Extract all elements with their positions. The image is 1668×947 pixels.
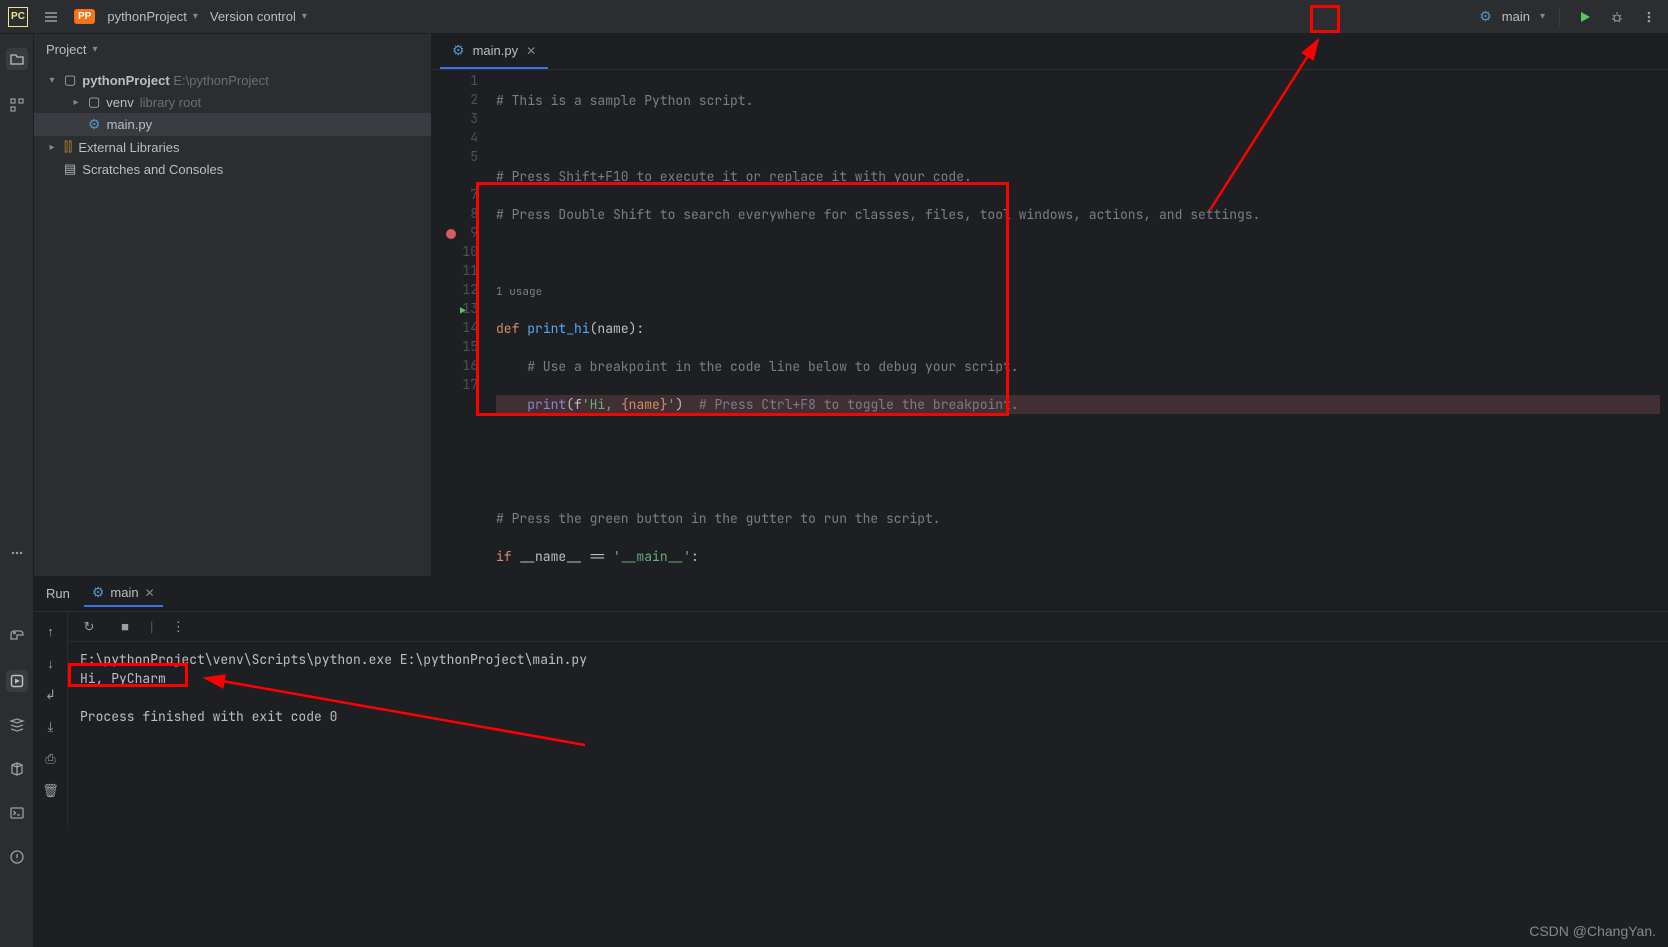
editor-code-area[interactable]: # This is a sample Python script. # Pres… <box>488 70 1668 576</box>
tree-root-name: pythonProject <box>82 73 169 88</box>
tree-external-libs-name: External Libraries <box>78 140 179 155</box>
editor-gutter[interactable]: 1 2 3 4 5 7 8 9 10 11 12 13▶ 14 15 16 17 <box>432 70 488 576</box>
scroll-icon[interactable]: ⤓ <box>40 716 62 738</box>
chevron-down-icon: ▾ <box>302 11 307 22</box>
run-tab-name: main <box>110 585 138 600</box>
code-comment: # Use a breakpoint in the code line belo… <box>527 358 1018 375</box>
python-packages-icon[interactable] <box>6 758 28 780</box>
problems-icon[interactable] <box>6 846 28 868</box>
watermark: CSDN @ChangYan. <box>1529 923 1656 939</box>
topbar: PC PP pythonProject ▾ Version control ▾ … <box>0 0 1668 34</box>
editor-tab-main[interactable]: ⚙ main.py ✕ <box>440 34 548 69</box>
run-tab[interactable]: ⚙ main ✕ <box>84 580 163 607</box>
delete-icon[interactable]: 🗑 <box>40 780 62 802</box>
down-icon[interactable]: ↓ <box>40 652 62 674</box>
console-line-output: Hi, PyCharm <box>80 669 1656 688</box>
project-name: pythonProject <box>107 9 187 24</box>
run-config-name[interactable]: main <box>1502 9 1530 24</box>
code-comment: # Press Shift+F10 to execute it or repla… <box>496 168 972 185</box>
editor-tabs: ⚙ main.py ✕ <box>432 34 1668 70</box>
python-console-icon[interactable] <box>6 626 28 648</box>
console-line-exit: Process finished with exit code 0 <box>80 707 1656 726</box>
debug-button[interactable] <box>1606 6 1628 28</box>
project-selector[interactable]: pythonProject ▾ <box>107 9 198 24</box>
print-icon[interactable]: ⎙ <box>40 748 62 770</box>
more-tool-icon[interactable] <box>6 542 28 564</box>
python-file-icon: ⚙ <box>452 42 465 59</box>
run-tool-window: Run ⚙ main ✕ ↑ ↓ ↲ ⤓ ⎙ 🗑 ↻ ■ | ⋮ E:\pyth… <box>34 576 1668 826</box>
tree-main-file[interactable]: ⚙ main.py <box>34 113 431 136</box>
structure-tool-icon[interactable] <box>6 94 28 116</box>
console-output[interactable]: E:\pythonProject\venv\Scripts\python.exe… <box>68 642 1668 734</box>
up-icon[interactable]: ↑ <box>40 620 62 642</box>
editor-tab-label: main.py <box>473 43 519 58</box>
tree-scratches[interactable]: ▤ Scratches and Consoles <box>34 158 431 180</box>
project-badge: PP <box>74 9 95 24</box>
pycharm-logo-icon: PC <box>8 7 28 27</box>
tree-venv-name: venv <box>106 95 133 110</box>
scratches-icon: ▤ <box>64 161 76 177</box>
console-line: E:\pythonProject\venv\Scripts\python.exe… <box>80 650 1656 669</box>
run-left-strip: ↑ ↓ ↲ ⤓ ⎙ 🗑 <box>34 612 68 826</box>
libraries-icon: ⫿⫿ <box>64 139 72 155</box>
stop-icon[interactable]: ■ <box>114 616 136 638</box>
chevron-down-icon: ▾ <box>193 11 198 22</box>
tree-main-file-name: main.py <box>107 117 153 132</box>
hamburger-icon[interactable] <box>40 6 62 28</box>
wrap-icon[interactable]: ↲ <box>40 684 62 706</box>
breakpoint-icon[interactable] <box>446 229 456 239</box>
rerun-icon[interactable]: ↻ <box>78 616 100 638</box>
bottom-left-tool-strip <box>0 576 34 947</box>
python-file-icon: ⚙ <box>88 116 101 133</box>
editor: ⚙ main.py ✕ 1 2 3 4 5 7 8 9 10 11 12 13▶… <box>432 34 1668 576</box>
folder-icon: ▢ <box>64 72 76 88</box>
code-comment: # Press the green button in the gutter t… <box>496 510 941 527</box>
more-icon[interactable] <box>1638 6 1660 28</box>
project-panel-header[interactable]: Project ▾ <box>34 34 431 65</box>
project-panel-title: Project <box>46 42 86 57</box>
code-comment: # This is a sample Python script. <box>496 92 753 109</box>
version-control-selector[interactable]: Version control ▾ <box>210 9 307 24</box>
terminal-icon[interactable] <box>6 802 28 824</box>
tree-external-libs[interactable]: ▸ ⫿⫿ External Libraries <box>34 136 431 158</box>
run-header[interactable]: Run <box>46 586 70 601</box>
chevron-down-icon: ▾ <box>92 44 97 55</box>
close-run-tab-icon[interactable]: ✕ <box>145 586 155 600</box>
run-gutter-icon[interactable]: ▶ <box>460 304 466 317</box>
python-file-icon: ⚙ <box>92 584 105 601</box>
code-comment: # Press Double Shift to search everywher… <box>496 206 1260 223</box>
tree-venv-tag: library root <box>140 95 201 110</box>
project-tool-icon[interactable] <box>6 48 28 70</box>
usage-hint: 1 usage <box>496 285 542 299</box>
folder-icon: ▢ <box>88 94 100 110</box>
tree-root-path: E:\pythonProject <box>173 73 268 88</box>
chevron-down-icon: ▾ <box>1540 11 1545 22</box>
python-icon: ⚙ <box>1479 8 1492 25</box>
left-tool-strip <box>0 34 34 576</box>
project-tree: ▾ ▢ pythonProject E:\pythonProject ▸ ▢ v… <box>34 65 431 184</box>
run-button[interactable] <box>1574 6 1596 28</box>
vc-label-text: Version control <box>210 9 296 24</box>
project-panel: Project ▾ ▾ ▢ pythonProject E:\pythonPro… <box>34 34 432 576</box>
close-tab-icon[interactable]: ✕ <box>526 44 536 58</box>
more-run-icon[interactable]: ⋮ <box>167 616 189 638</box>
run-tool-icon[interactable] <box>6 670 28 692</box>
tree-venv[interactable]: ▸ ▢ venv library root <box>34 91 431 113</box>
services-icon[interactable] <box>6 714 28 736</box>
tree-root[interactable]: ▾ ▢ pythonProject E:\pythonProject <box>34 69 431 91</box>
tree-scratches-name: Scratches and Consoles <box>82 162 223 177</box>
